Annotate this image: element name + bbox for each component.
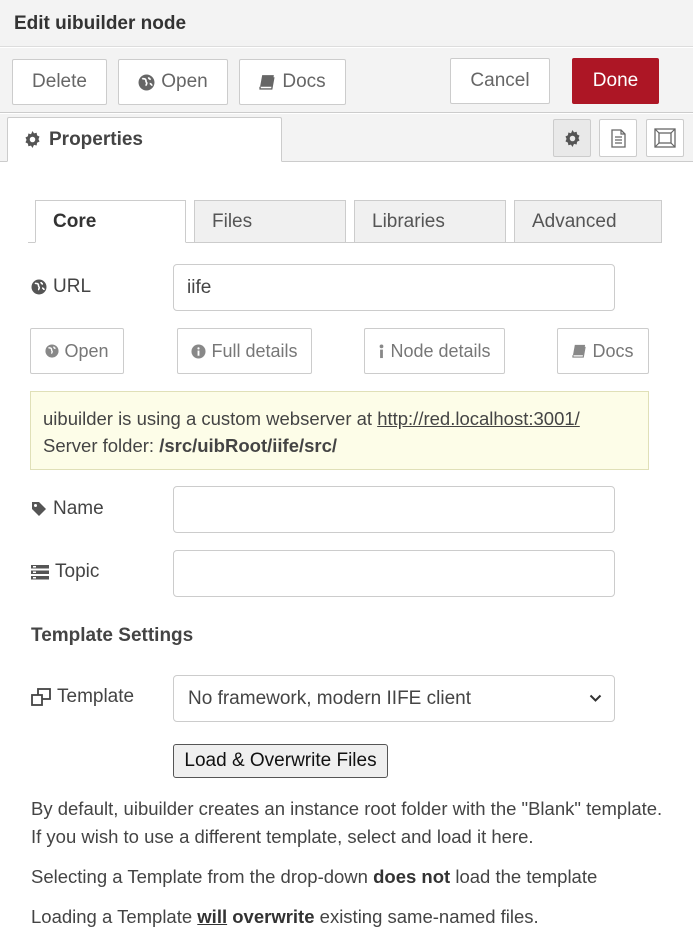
- dialog-title: Edit uibuilder node: [14, 13, 187, 34]
- docs-button[interactable]: Docs: [239, 59, 346, 105]
- info-circle-icon: [191, 343, 206, 359]
- url-label-text: URL: [53, 276, 92, 297]
- tag-icon: [31, 501, 47, 517]
- globe-icon: [31, 279, 47, 295]
- template-help-default: By default, uibuilder creates an instanc…: [31, 798, 663, 847]
- node-details-button-label: Node details: [390, 340, 491, 361]
- topic-label-text: Topic: [55, 561, 100, 582]
- template-help-overwrite: Loading a Template will overwrite existi…: [31, 903, 539, 931]
- template-settings-heading: Template Settings: [31, 625, 194, 646]
- tab-libraries[interactable]: Libraries: [354, 200, 506, 243]
- globe-icon: [45, 344, 60, 358]
- delete-button-label: Delete: [32, 71, 87, 92]
- done-button[interactable]: Done: [572, 58, 659, 104]
- webserver-info-prefix: uibuilder is using a custom webserver at: [43, 408, 378, 429]
- server-folder-prefix: Server folder:: [43, 435, 160, 456]
- docs-link-button-label: Docs: [592, 340, 634, 361]
- globe-icon: [138, 74, 155, 91]
- docs-link-button[interactable]: Docs: [557, 328, 649, 374]
- tab-files-label: Files: [212, 210, 253, 232]
- template-select-value: No framework, modern IIFE client: [188, 687, 471, 709]
- full-details-button[interactable]: Full details: [177, 328, 312, 374]
- tasks-icon: [31, 564, 49, 580]
- docs-button-label: Docs: [282, 71, 326, 92]
- chevron-down-icon: [589, 694, 602, 703]
- help-select-c: load the template: [450, 866, 598, 887]
- clone-icon: [31, 688, 51, 706]
- delete-button[interactable]: Delete: [12, 59, 107, 105]
- file-text-icon: [610, 128, 626, 148]
- book-icon: [259, 74, 276, 90]
- tab-advanced[interactable]: Advanced: [514, 200, 662, 243]
- open-url-button-label: Open: [64, 340, 109, 361]
- node-properties-toggle[interactable]: [553, 119, 591, 157]
- template-select[interactable]: No framework, modern IIFE client: [173, 675, 615, 722]
- tab-properties[interactable]: Properties: [7, 117, 282, 162]
- webserver-info-box: uibuilder is using a custom webserver at…: [30, 391, 649, 470]
- help-load-d: existing same-named files.: [314, 906, 539, 927]
- tab-core-label: Core: [53, 210, 97, 232]
- done-button-label: Done: [592, 70, 639, 91]
- load-overwrite-files-label: Load & Overwrite Files: [184, 750, 377, 771]
- open-button-label: Open: [161, 71, 208, 92]
- full-details-button-label: Full details: [211, 340, 298, 361]
- url-input[interactable]: iife: [173, 264, 615, 311]
- server-folder-line: Server folder: /src/uibRoot/iife/src/: [43, 432, 636, 459]
- topic-input[interactable]: [173, 550, 615, 597]
- help-select-a: Selecting a Template from the drop-down: [31, 866, 374, 887]
- node-details-button[interactable]: Node details: [364, 328, 505, 374]
- help-load-a: Loading a Template: [31, 906, 198, 927]
- load-overwrite-files-button[interactable]: Load & Overwrite Files: [173, 744, 388, 778]
- gear-icon: [24, 131, 41, 148]
- webserver-url-link[interactable]: http://red.localhost:3001/: [377, 408, 580, 429]
- cancel-button-label: Cancel: [470, 70, 530, 91]
- template-help-select: Selecting a Template from the drop-down …: [31, 863, 597, 891]
- name-label: Name: [31, 497, 104, 521]
- object-group-icon: [654, 128, 676, 148]
- tab-properties-label: Properties: [49, 128, 143, 150]
- url-label: URL: [31, 275, 91, 299]
- book-icon: [572, 344, 587, 358]
- tab-core[interactable]: Core: [35, 200, 186, 243]
- name-label-text: Name: [53, 498, 104, 519]
- open-button[interactable]: Open: [118, 59, 228, 105]
- tab-advanced-label: Advanced: [532, 210, 617, 232]
- template-label: Template: [31, 685, 134, 709]
- help-select-b: does not: [373, 866, 451, 887]
- help-load-c: overwrite: [227, 906, 315, 927]
- info-icon: [378, 343, 385, 359]
- url-input-value: iife: [187, 276, 212, 298]
- webserver-info-line: uibuilder is using a custom webserver at…: [43, 405, 636, 432]
- help-load-b: will: [197, 906, 228, 927]
- topic-label: Topic: [31, 560, 99, 584]
- open-url-button[interactable]: Open: [30, 328, 124, 374]
- cancel-button[interactable]: Cancel: [450, 58, 550, 104]
- name-input[interactable]: [173, 486, 615, 533]
- gear-icon: [564, 129, 581, 147]
- tab-files[interactable]: Files: [194, 200, 346, 243]
- node-appearance-toggle[interactable]: [646, 119, 684, 157]
- template-label-text: Template: [57, 686, 135, 707]
- node-description-toggle[interactable]: [599, 119, 637, 157]
- tab-libraries-label: Libraries: [372, 210, 445, 232]
- server-folder-path: /src/uibRoot/iife/src/: [159, 435, 338, 456]
